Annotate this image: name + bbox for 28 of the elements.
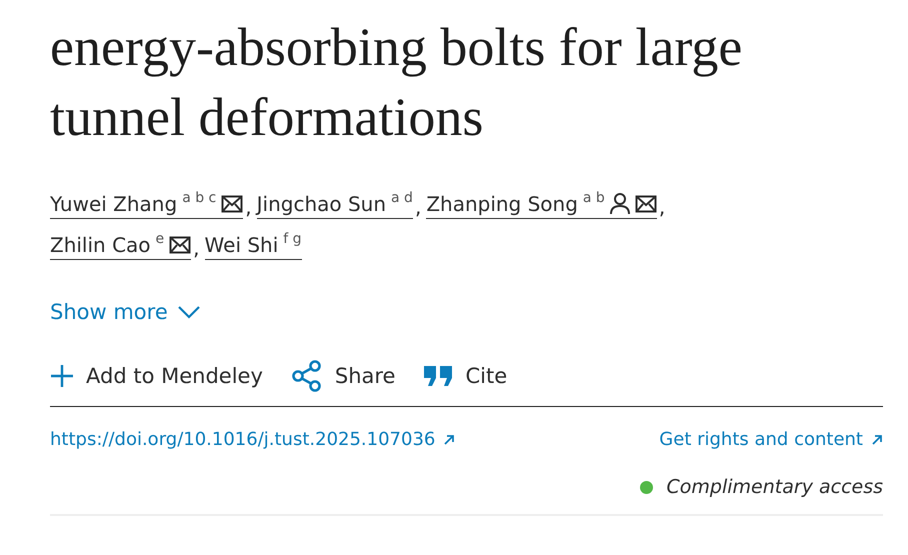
email-icon	[169, 236, 192, 254]
share-button[interactable]: Share	[290, 360, 396, 392]
separator: ,	[414, 195, 422, 219]
article-title: energy-absorbing bolts for large tunnel deformations	[50, 16, 744, 149]
cite-button[interactable]: Cite	[423, 360, 508, 392]
separator: ,	[245, 195, 252, 219]
chevron-down-icon	[178, 305, 200, 319]
access-label: Complimentary access	[666, 476, 883, 498]
add-to-mendeley-button[interactable]: Add to Mendeley	[50, 360, 263, 392]
share-icon	[290, 360, 323, 392]
person-icon	[610, 193, 630, 215]
author-link[interactable]: Yuwei Zhang a b c	[50, 192, 244, 219]
show-more-button[interactable]: Show more	[50, 300, 200, 324]
external-link-icon	[871, 434, 883, 446]
doi-link[interactable]: https://doi.org/10.1016/j.tust.2025.107036	[50, 429, 456, 450]
author-link[interactable]: Jingchao Sun $^{a d}$	[256, 192, 413, 219]
author-link[interactable]: Wei Shi $^{f g}$	[204, 233, 302, 260]
separator: ,	[658, 195, 666, 219]
email-icon	[221, 195, 244, 213]
separator: ,	[193, 236, 200, 260]
author-link[interactable]: Zhanping Song $^{a b}$	[426, 192, 657, 219]
rights-link[interactable]: Get rights and content	[659, 429, 883, 450]
email-icon	[634, 195, 657, 213]
status-dot	[640, 480, 653, 494]
author-link[interactable]: Zhilin Cao $^{e}$	[50, 233, 192, 260]
external-link-icon	[443, 434, 456, 446]
plus-icon	[50, 364, 74, 388]
quote-icon	[423, 365, 454, 387]
